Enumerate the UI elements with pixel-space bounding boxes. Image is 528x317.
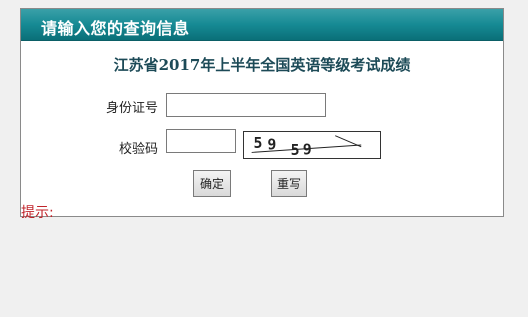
captcha-char: 9 (267, 136, 276, 154)
verification-code-label: 校验码 (118, 142, 158, 157)
hint-label: 提示: (21, 205, 54, 221)
query-panel: 请输入您的查询信息 江苏省2017年上半年全国英语等级考试成绩 身份证号 校验码… (20, 8, 504, 221)
captcha-image[interactable]: 5 9 5 9 (243, 131, 381, 159)
captcha-char: 9 (303, 140, 312, 158)
id-number-input[interactable] (166, 93, 326, 117)
captcha-char: 5 (291, 141, 300, 159)
panel-header: 请输入您的查询信息 (21, 9, 503, 41)
exam-title: 江苏省2017年上半年全国英语等级考试成绩 (113, 56, 411, 74)
panel-title: 请输入您的查询信息 (41, 19, 190, 38)
verification-code-input[interactable] (166, 129, 236, 153)
reset-button[interactable]: 重写 (271, 170, 307, 197)
id-number-label: 身份证号 (105, 101, 158, 116)
captcha-char: 5 (254, 134, 263, 152)
confirm-button[interactable]: 确定 (193, 170, 231, 197)
